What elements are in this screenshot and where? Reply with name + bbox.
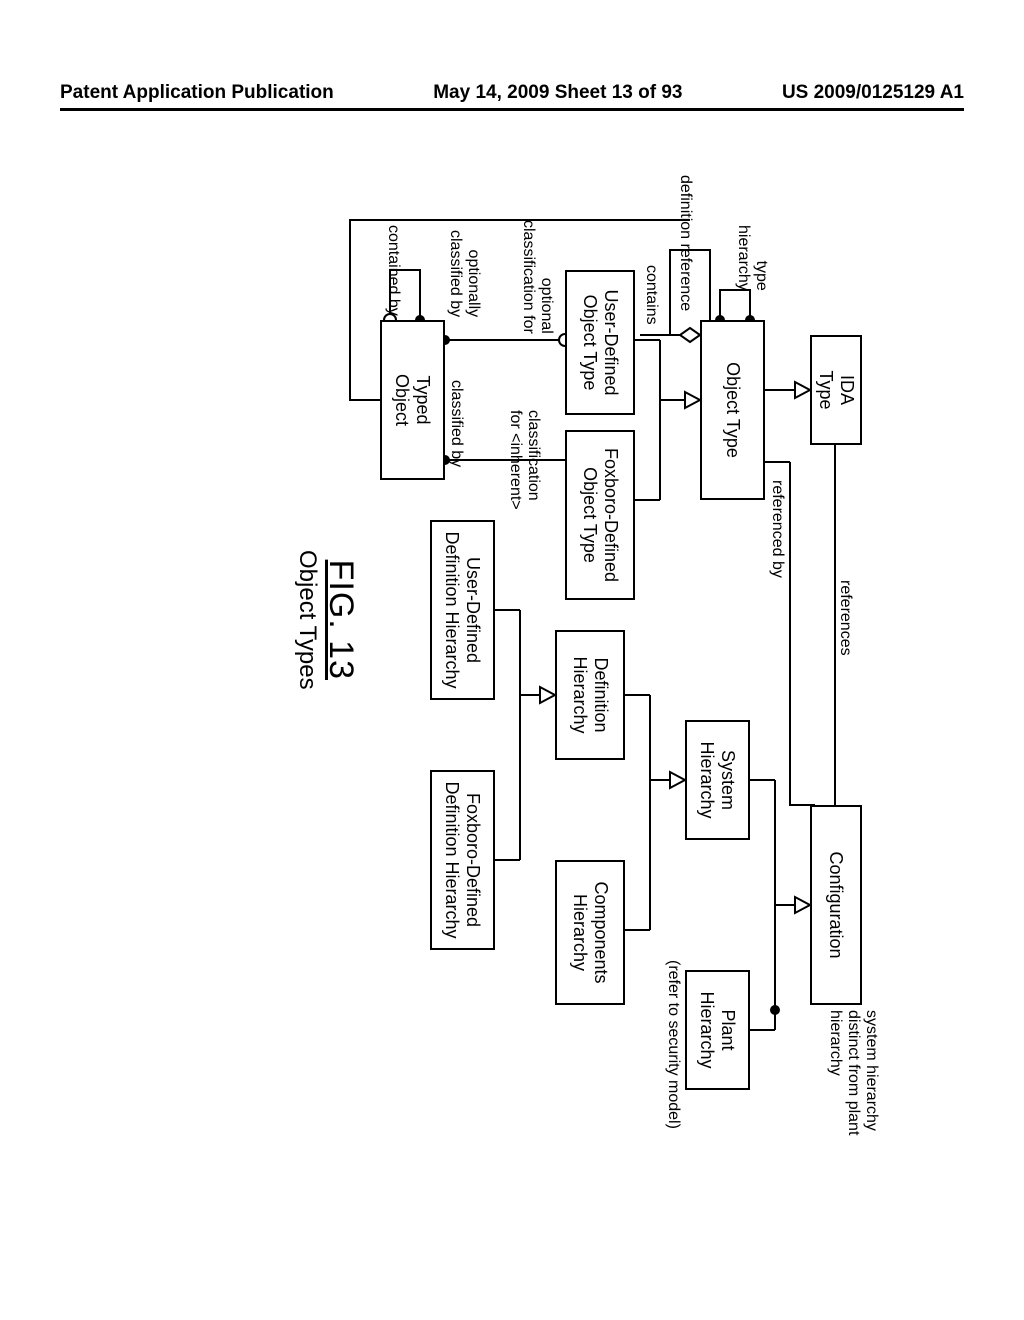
label-typed-object: Typed Object bbox=[392, 374, 434, 426]
label-contained-by: contained by bbox=[384, 225, 402, 316]
header-right: US 2009/0125129 A1 bbox=[782, 82, 964, 104]
label-optional-classification: optional classification for bbox=[519, 220, 555, 334]
box-configuration: Configuration bbox=[810, 805, 862, 1005]
label-references: references bbox=[836, 580, 854, 656]
label-system-note: system hierarchy distinct from plant hie… bbox=[826, 1010, 880, 1135]
header-rule bbox=[60, 108, 964, 111]
label-type-hierarchy: type hierarchy bbox=[734, 225, 770, 291]
label-object-type: Object Type bbox=[722, 362, 743, 458]
label-classification-inherent: classification for <inherent> bbox=[506, 410, 542, 510]
label-classified-by: classified by bbox=[447, 380, 465, 467]
label-configuration: Configuration bbox=[826, 851, 847, 958]
header-center: May 14, 2009 Sheet 13 of 93 bbox=[433, 82, 682, 104]
label-ida-type: IDA Type bbox=[815, 370, 857, 409]
label-contains: contains bbox=[642, 265, 660, 325]
box-user-defined-object-type: User-Defined Object Type bbox=[565, 270, 635, 415]
box-user-defined-definition-hierarchy: User-Defined Definition Hierarchy bbox=[430, 520, 495, 700]
figure-number: FIG. 13 bbox=[321, 550, 360, 690]
box-foxboro-defined-object-type: Foxboro-Defined Object Type bbox=[565, 430, 635, 600]
box-typed-object: Typed Object bbox=[380, 320, 445, 480]
page: Patent Application Publication May 14, 2… bbox=[0, 0, 1024, 1320]
box-components-hierarchy: Components Hierarchy bbox=[555, 860, 625, 1005]
page-header: Patent Application Publication May 14, 2… bbox=[60, 82, 964, 104]
connector-lines bbox=[140, 140, 890, 1200]
header-left: Patent Application Publication bbox=[60, 82, 334, 104]
label-plant-hierarchy: Plant Hierarchy bbox=[697, 991, 739, 1068]
box-plant-hierarchy: Plant Hierarchy bbox=[685, 970, 750, 1090]
label-optionally-classified-by: optionally classified by bbox=[446, 230, 482, 317]
figure-caption: FIG. 13 Object Types bbox=[293, 550, 360, 690]
figure-subcaption: Object Types bbox=[293, 550, 321, 690]
label-components-hierarchy: Components Hierarchy bbox=[569, 881, 611, 983]
label-user-defined-object-type: User-Defined Object Type bbox=[579, 289, 621, 395]
label-definition-hierarchy: Definition Hierarchy bbox=[569, 656, 611, 733]
box-foxboro-defined-definition-hierarchy: Foxboro-Defined Definition Hierarchy bbox=[430, 770, 495, 950]
label-foxboro-defined-definition-hierarchy: Foxboro-Defined Definition Hierarchy bbox=[442, 781, 484, 938]
label-foxboro-defined-object-type: Foxboro-Defined Object Type bbox=[579, 448, 621, 582]
label-security-note: (refer to security model) bbox=[664, 960, 682, 1129]
label-definition-reference: definition reference bbox=[676, 175, 694, 311]
diagram-canvas: IDA Type Configuration Object Type Syste… bbox=[140, 140, 890, 1200]
box-ida-type: IDA Type bbox=[810, 335, 862, 445]
box-definition-hierarchy: Definition Hierarchy bbox=[555, 630, 625, 760]
box-object-type: Object Type bbox=[700, 320, 765, 500]
label-referenced-by: referenced by bbox=[768, 480, 786, 578]
label-user-defined-definition-hierarchy: User-Defined Definition Hierarchy bbox=[442, 531, 484, 688]
label-system-hierarchy: System Hierarchy bbox=[697, 741, 739, 818]
diagram-area: IDA Type Configuration Object Type Syste… bbox=[140, 140, 890, 1200]
box-system-hierarchy: System Hierarchy bbox=[685, 720, 750, 840]
